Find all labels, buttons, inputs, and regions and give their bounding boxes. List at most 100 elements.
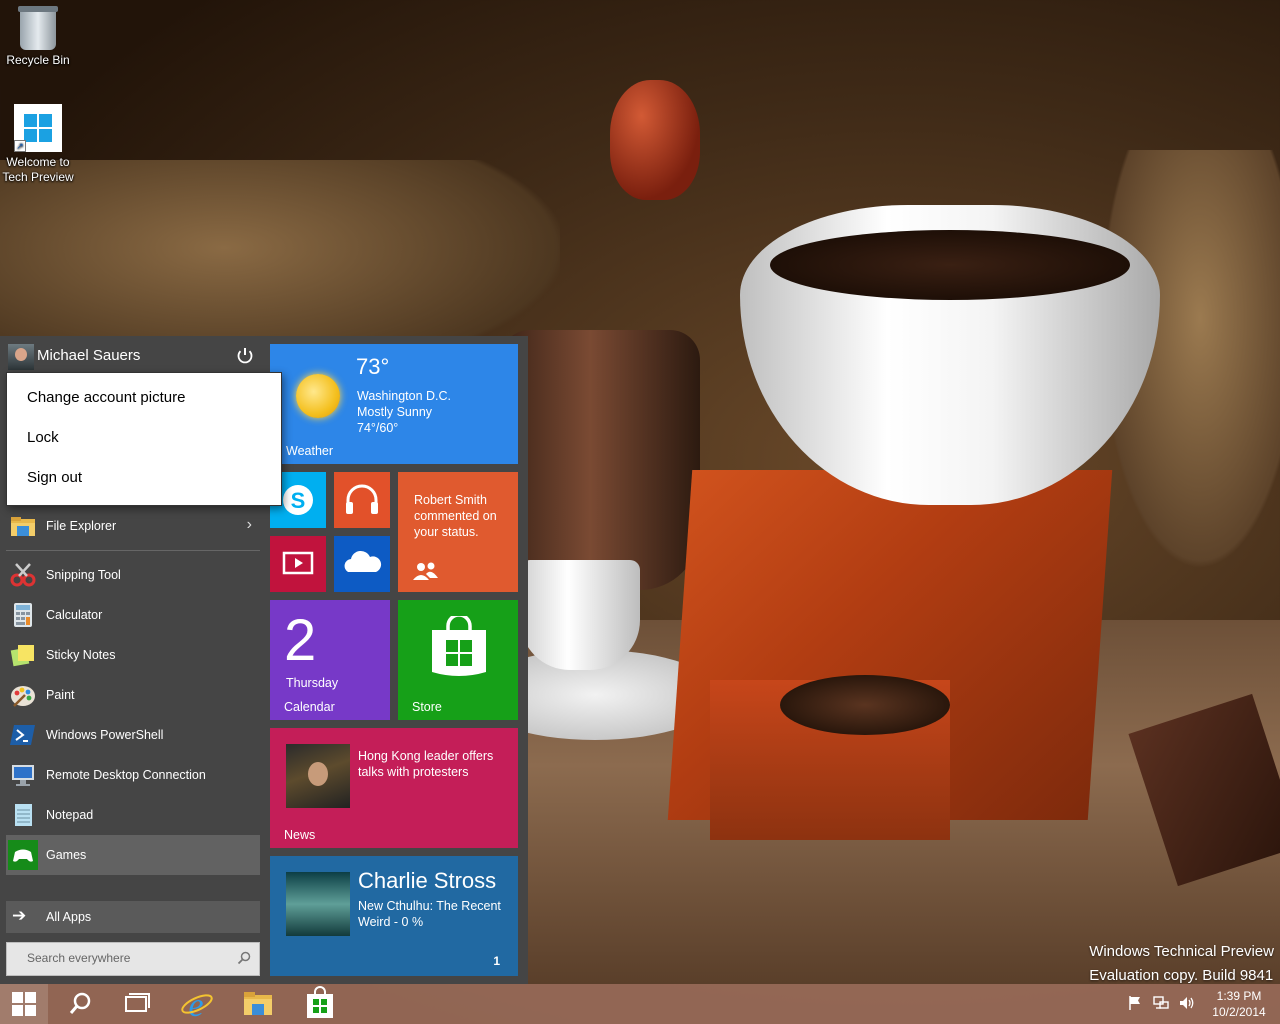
svg-text:S: S xyxy=(291,488,306,513)
tile-label: Store xyxy=(412,700,442,714)
palette-icon xyxy=(11,686,35,707)
search-icon[interactable] xyxy=(237,951,251,965)
taskbar-internet-explorer[interactable]: e xyxy=(172,984,220,1024)
watermark-line-1: Windows Technical Preview xyxy=(1089,943,1274,960)
tile-people[interactable]: Robert Smith commented on your status. xyxy=(398,472,518,592)
menu-item-change-account-picture[interactable]: Change account picture xyxy=(27,389,185,406)
app-notepad[interactable]: Notepad xyxy=(6,795,260,835)
book-cover xyxy=(286,872,350,936)
search-input[interactable] xyxy=(27,951,227,965)
app-label: Snipping Tool xyxy=(46,568,121,582)
desktop-icon-welcome[interactable]: ↗ Welcome to Tech Preview xyxy=(0,104,76,185)
app-remote-desktop-connection[interactable]: Remote Desktop Connection xyxy=(6,755,260,795)
news-headline: Hong Kong leader offers talks with prote… xyxy=(358,749,494,779)
app-label: Games xyxy=(46,848,87,862)
book-title: New Cthulhu: The Recent Weird - 0 % xyxy=(358,899,501,929)
search-box[interactable] xyxy=(6,942,260,976)
people-icon xyxy=(413,562,438,580)
clock-date: 10/2/2014 xyxy=(1212,1005,1266,1019)
file-explorer-icon xyxy=(244,992,272,1015)
menu-item-sign-out[interactable]: Sign out xyxy=(27,469,82,486)
internet-explorer-icon: e xyxy=(181,987,213,1024)
tile-label: News xyxy=(284,828,316,842)
flag-icon[interactable] xyxy=(1126,994,1144,1012)
all-apps-label: All Apps xyxy=(46,910,92,924)
app-paint[interactable]: Paint xyxy=(6,675,260,715)
menu-item-lock[interactable]: Lock xyxy=(27,429,59,446)
start-menu: Michael Sauers Change account picture Lo… xyxy=(0,336,528,984)
weather-temperature: 73° xyxy=(356,354,390,379)
folder-icon xyxy=(11,517,35,536)
app-windows-powershell[interactable]: Windows PowerShell xyxy=(6,715,260,755)
store-bag-icon xyxy=(432,616,486,676)
people-message: Robert Smith commented on your status. xyxy=(414,493,497,539)
tile-label: Weather xyxy=(286,444,334,458)
network-icon[interactable] xyxy=(1152,994,1170,1012)
windows-logo-shortcut-icon: ↗ xyxy=(14,104,62,152)
app-snipping-tool[interactable]: Snipping Tool xyxy=(6,555,260,595)
app-sticky-notes[interactable]: Sticky Notes xyxy=(6,635,260,675)
sticky-notes-icon xyxy=(10,645,34,667)
weather-high-low: 74°/60° xyxy=(357,421,399,435)
clock-time: 1:39 PM xyxy=(1216,989,1262,1003)
tile-store[interactable]: Store xyxy=(398,600,518,720)
tile-video[interactable] xyxy=(270,536,326,592)
calendar-day: 2 xyxy=(284,608,317,673)
notepad-icon xyxy=(15,804,32,826)
video-icon xyxy=(282,551,314,575)
weather-condition: Mostly Sunny xyxy=(357,405,433,419)
book-author: Charlie Stross xyxy=(358,868,497,893)
task-view-button[interactable] xyxy=(112,984,160,1024)
account-context-menu: Change account picture Lock Sign out xyxy=(6,372,282,506)
app-label: Calculator xyxy=(46,608,103,622)
taskbar-file-explorer[interactable] xyxy=(234,984,282,1024)
tile-reading-list[interactable]: Charlie Stross New Cthulhu: The Recent W… xyxy=(270,856,518,976)
powershell-icon xyxy=(10,725,35,745)
svg-text:e: e xyxy=(188,987,203,1024)
app-calculator[interactable]: Calculator xyxy=(6,595,260,635)
xbox-controller-icon xyxy=(8,840,38,870)
volume-icon[interactable] xyxy=(1178,994,1196,1012)
start-button[interactable] xyxy=(0,984,48,1024)
power-icon[interactable] xyxy=(235,346,255,366)
arrow-right-icon: ➔ xyxy=(12,906,27,925)
desktop-icon-recycle-bin[interactable]: Recycle Bin xyxy=(0,6,76,68)
evaluation-watermark: Windows Technical Preview Evaluation cop… xyxy=(1089,940,1274,988)
task-view-icon xyxy=(125,993,150,1012)
app-label: File Explorer xyxy=(46,519,117,533)
app-label: Paint xyxy=(46,688,75,702)
tile-label: Calendar xyxy=(284,700,335,714)
chevron-right-icon[interactable]: › xyxy=(247,516,252,534)
taskbar-search-button[interactable] xyxy=(56,984,104,1024)
divider xyxy=(6,550,260,551)
tile-calendar[interactable]: 2 Thursday Calendar xyxy=(270,600,390,720)
windows-logo-icon xyxy=(12,992,36,1016)
remote-desktop-icon xyxy=(12,765,34,786)
desktop-icon-label: Welcome to Tech Preview xyxy=(2,155,74,184)
user-avatar xyxy=(8,344,34,370)
headphones-icon xyxy=(346,484,378,514)
search-icon xyxy=(69,992,91,1014)
taskbar-store[interactable] xyxy=(296,984,344,1024)
calendar-weekday: Thursday xyxy=(286,676,339,690)
app-games[interactable]: Games xyxy=(6,835,260,875)
start-left-pane: Michael Sauers Change account picture Lo… xyxy=(0,336,282,984)
news-photo xyxy=(286,744,350,808)
tile-onedrive[interactable] xyxy=(334,536,390,592)
taskbar-clock[interactable]: 1:39 PM 10/2/2014 xyxy=(1206,988,1272,1020)
tile-weather[interactable]: 73° Washington D.C. Mostly Sunny 74°/60°… xyxy=(270,344,518,464)
calculator-icon xyxy=(14,603,32,627)
tile-music[interactable] xyxy=(334,472,390,528)
store-icon xyxy=(307,986,333,1018)
user-account-button[interactable]: Michael Sauers xyxy=(0,336,266,376)
user-name: Michael Sauers xyxy=(37,347,141,364)
app-file-explorer[interactable]: File Explorer › xyxy=(6,506,260,546)
weather-details: Washington D.C. Mostly Sunny 74°/60° xyxy=(357,388,451,436)
weather-city: Washington D.C. xyxy=(357,389,452,403)
all-apps-button[interactable]: ➔ All Apps xyxy=(6,901,260,933)
tile-news[interactable]: Hong Kong leader offers talks with prote… xyxy=(270,728,518,848)
app-label: Sticky Notes xyxy=(46,648,116,662)
sun-icon xyxy=(296,374,340,418)
taskbar: e 1:39 PM 10/2/2014 xyxy=(0,984,1280,1024)
badge-count: 1 xyxy=(493,954,500,968)
